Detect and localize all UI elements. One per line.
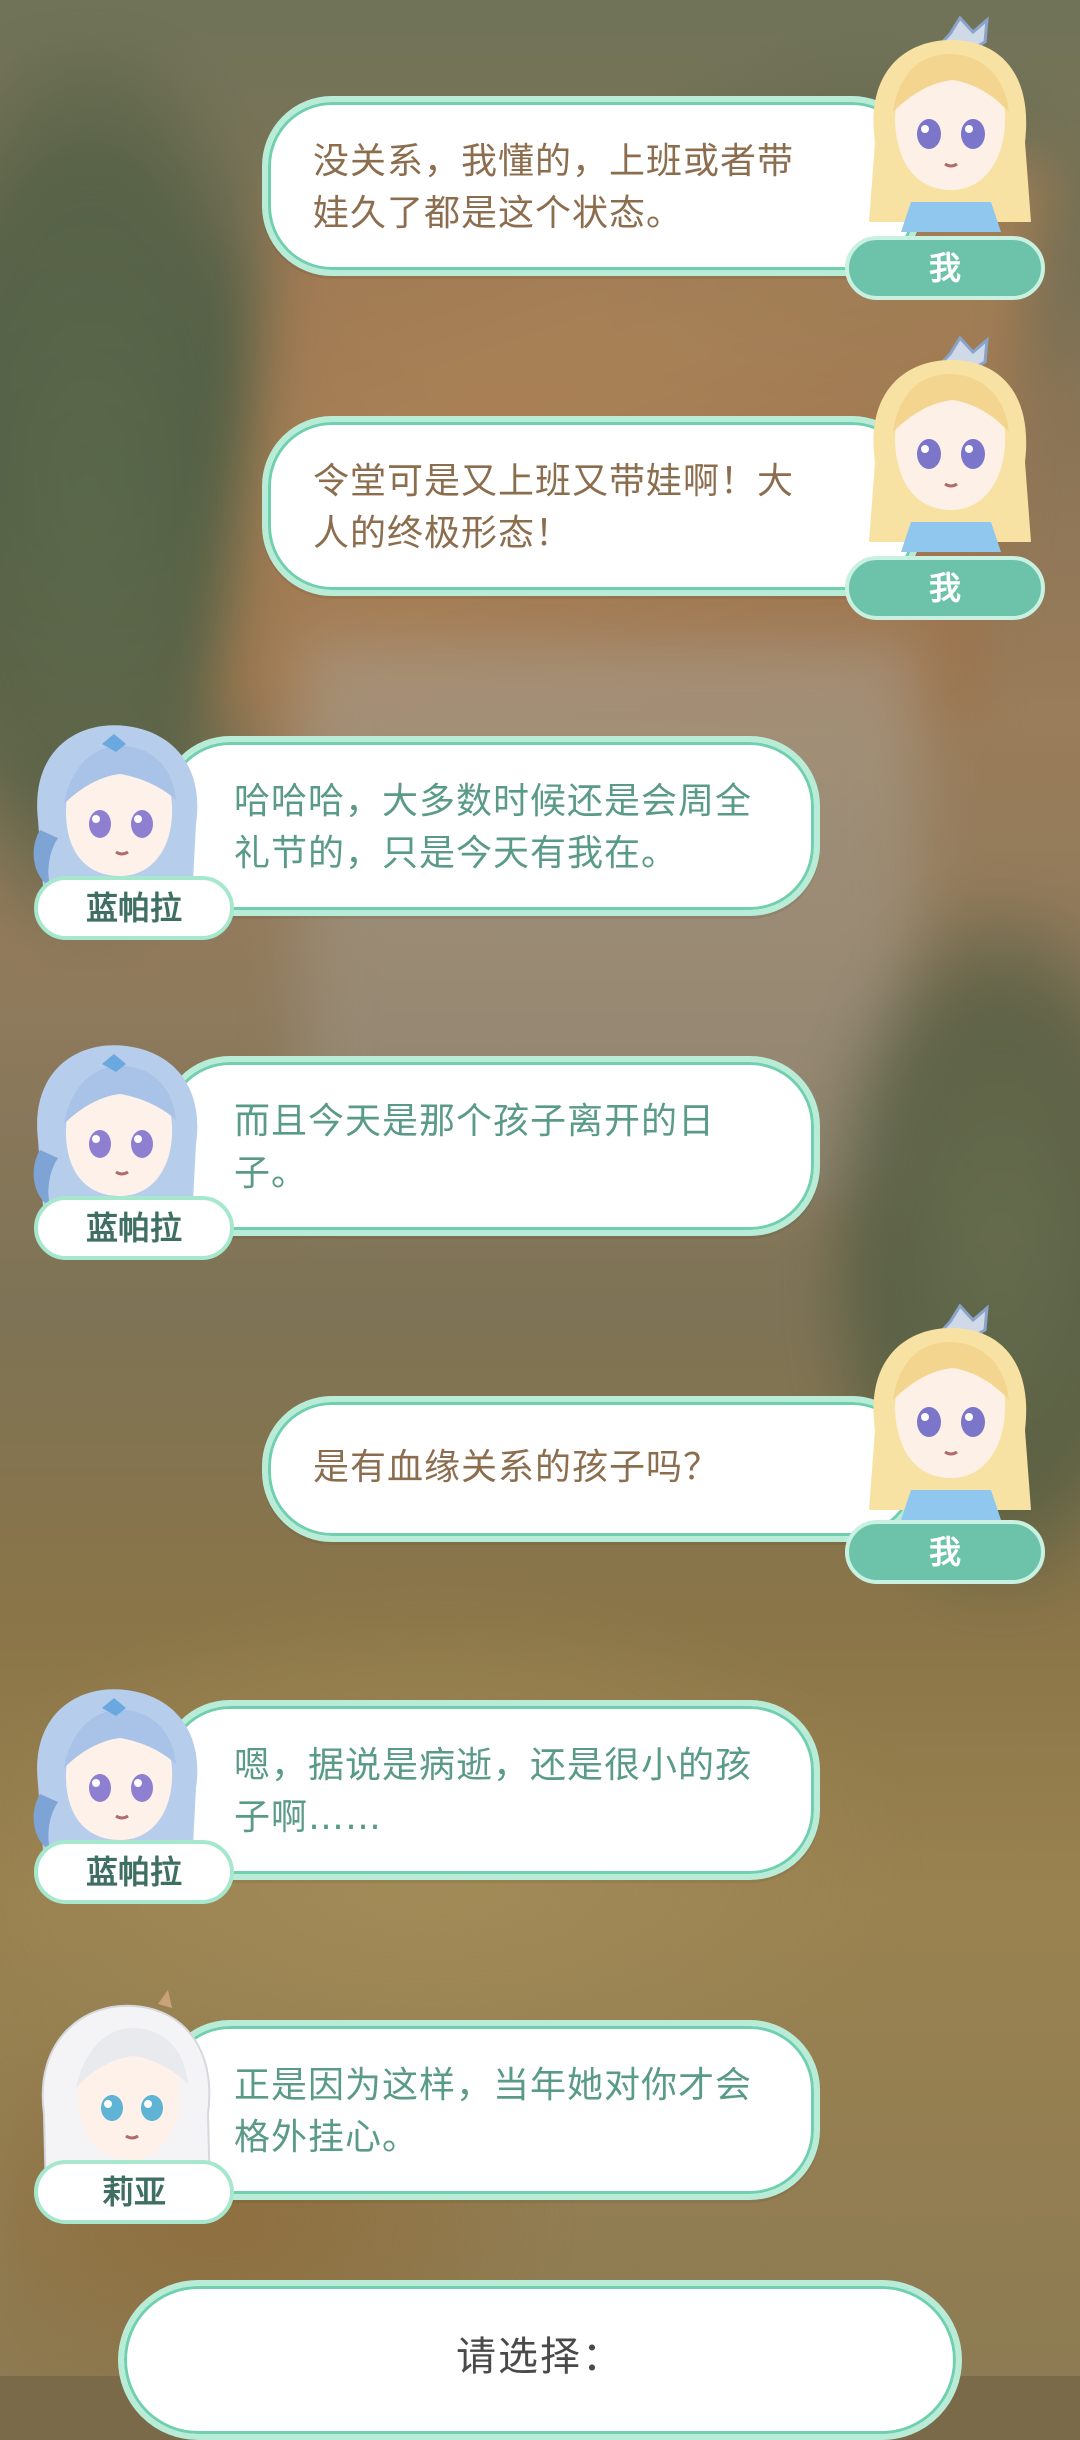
dialogue-row: 哈哈哈，大多数时候还是会周全 礼节的，只是今天有我在。 蓝帕拉: [0, 640, 1080, 940]
dialogue-row: 是有血缘关系的孩子吗？ 我: [0, 1300, 1080, 1584]
dialogue-line: 哈哈哈，大多数时候还是会周全: [234, 781, 753, 822]
dialogue-line: 子。: [234, 1153, 309, 1194]
speaker-tag-me: 我: [845, 1520, 1045, 1584]
speaker-name: 我: [928, 569, 961, 607]
dialogue-line: 正是因为这样，当年她对你才会: [234, 2065, 753, 2106]
speaker-name: 莉亚: [101, 2173, 166, 2211]
choice-panel[interactable]: 请选择：: [118, 2280, 962, 2440]
blonde-girl-avatar: [855, 1300, 1045, 1520]
dialogue-row: 令堂可是又上班又带娃啊！大 人的终极形态！ 我: [0, 320, 1080, 620]
dialogue-row: 嗯，据说是病逝，还是很小的孩 子啊…… 蓝帕拉: [0, 1604, 1080, 1904]
speaker-tag-npc: 蓝帕拉: [34, 876, 234, 940]
speaker-tag-npc: 莉亚: [34, 2160, 234, 2224]
dialogue-line: 嗯，据说是病逝，还是很小的孩: [234, 1745, 753, 1786]
dialogue-bubble[interactable]: 没关系，我懂的，上班或者带 娃久了都是这个状态。: [262, 96, 922, 276]
dialogue-text: 是有血缘关系的孩子吗？: [313, 1442, 876, 1494]
dialogue-text: 而且今天是那个孩子离开的日 子。: [234, 1096, 774, 1200]
dialogue-bubble[interactable]: 哈哈哈，大多数时候还是会周全 礼节的，只是今天有我在。: [160, 736, 820, 916]
dialogue-bubble[interactable]: 正是因为这样，当年她对你才会 格外挂心。: [160, 2020, 820, 2200]
dialogue-bubble[interactable]: 而且今天是那个孩子离开的日 子。: [160, 1056, 820, 1236]
speaker-name: 我: [928, 1533, 961, 1571]
speaker-tag-npc: 蓝帕拉: [34, 1196, 234, 1260]
speaker-name: 我: [928, 249, 961, 287]
dialogue-text: 没关系，我懂的，上班或者带 娃久了都是这个状态。: [313, 136, 876, 240]
speaker-name: 蓝帕拉: [85, 1209, 182, 1247]
dialogue-bubble[interactable]: 嗯，据说是病逝，还是很小的孩 子啊……: [160, 1700, 820, 1880]
dialogue-line: 娃久了都是这个状态。: [313, 193, 684, 234]
dialogue-line: 令堂可是又上班又带娃啊！大: [313, 461, 795, 502]
dialogue-row: 正是因为这样，当年她对你才会 格外挂心。 莉亚: [0, 1924, 1080, 2224]
dialogue-line: 是有血缘关系的孩子吗？: [313, 1447, 721, 1488]
blonde-girl-avatar: [855, 12, 1045, 232]
dialogue-line: 子啊……: [234, 1797, 383, 1838]
dialogue-bubble[interactable]: 令堂可是又上班又带娃啊！大 人的终极形态！: [262, 416, 922, 596]
speaker-tag-me: 我: [845, 236, 1045, 300]
dialogue-line: 而且今天是那个孩子离开的日: [234, 1101, 716, 1142]
speaker-name: 蓝帕拉: [85, 889, 182, 927]
dialogue-line: 格外挂心。: [234, 2117, 420, 2158]
speaker-name: 蓝帕拉: [85, 1853, 182, 1891]
dialogue-text: 令堂可是又上班又带娃啊！大 人的终极形态！: [313, 456, 876, 560]
dialogue-line: 没关系，我懂的，上班或者带: [313, 141, 795, 182]
speaker-tag-npc: 蓝帕拉: [34, 1840, 234, 1904]
dialogue-line: 礼节的，只是今天有我在。: [234, 833, 679, 874]
dialogue-line: 人的终极形态！: [313, 513, 573, 554]
dialogue-text: 嗯，据说是病逝，还是很小的孩 子啊……: [234, 1740, 774, 1844]
dialogue-text: 正是因为这样，当年她对你才会 格外挂心。: [234, 2060, 774, 2164]
dialogue-row: 而且今天是那个孩子离开的日 子。 蓝帕拉: [0, 960, 1080, 1260]
dialogue-row: 没关系，我懂的，上班或者带 娃久了都是这个状态。 我: [0, 0, 1080, 300]
dialogue-text: 哈哈哈，大多数时候还是会周全 礼节的，只是今天有我在。: [234, 776, 774, 880]
speaker-tag-me: 我: [845, 556, 1045, 620]
choice-prompt: 请选择：: [456, 2334, 624, 2380]
blonde-girl-avatar: [855, 332, 1045, 552]
dialogue-bubble[interactable]: 是有血缘关系的孩子吗？: [262, 1396, 922, 1542]
